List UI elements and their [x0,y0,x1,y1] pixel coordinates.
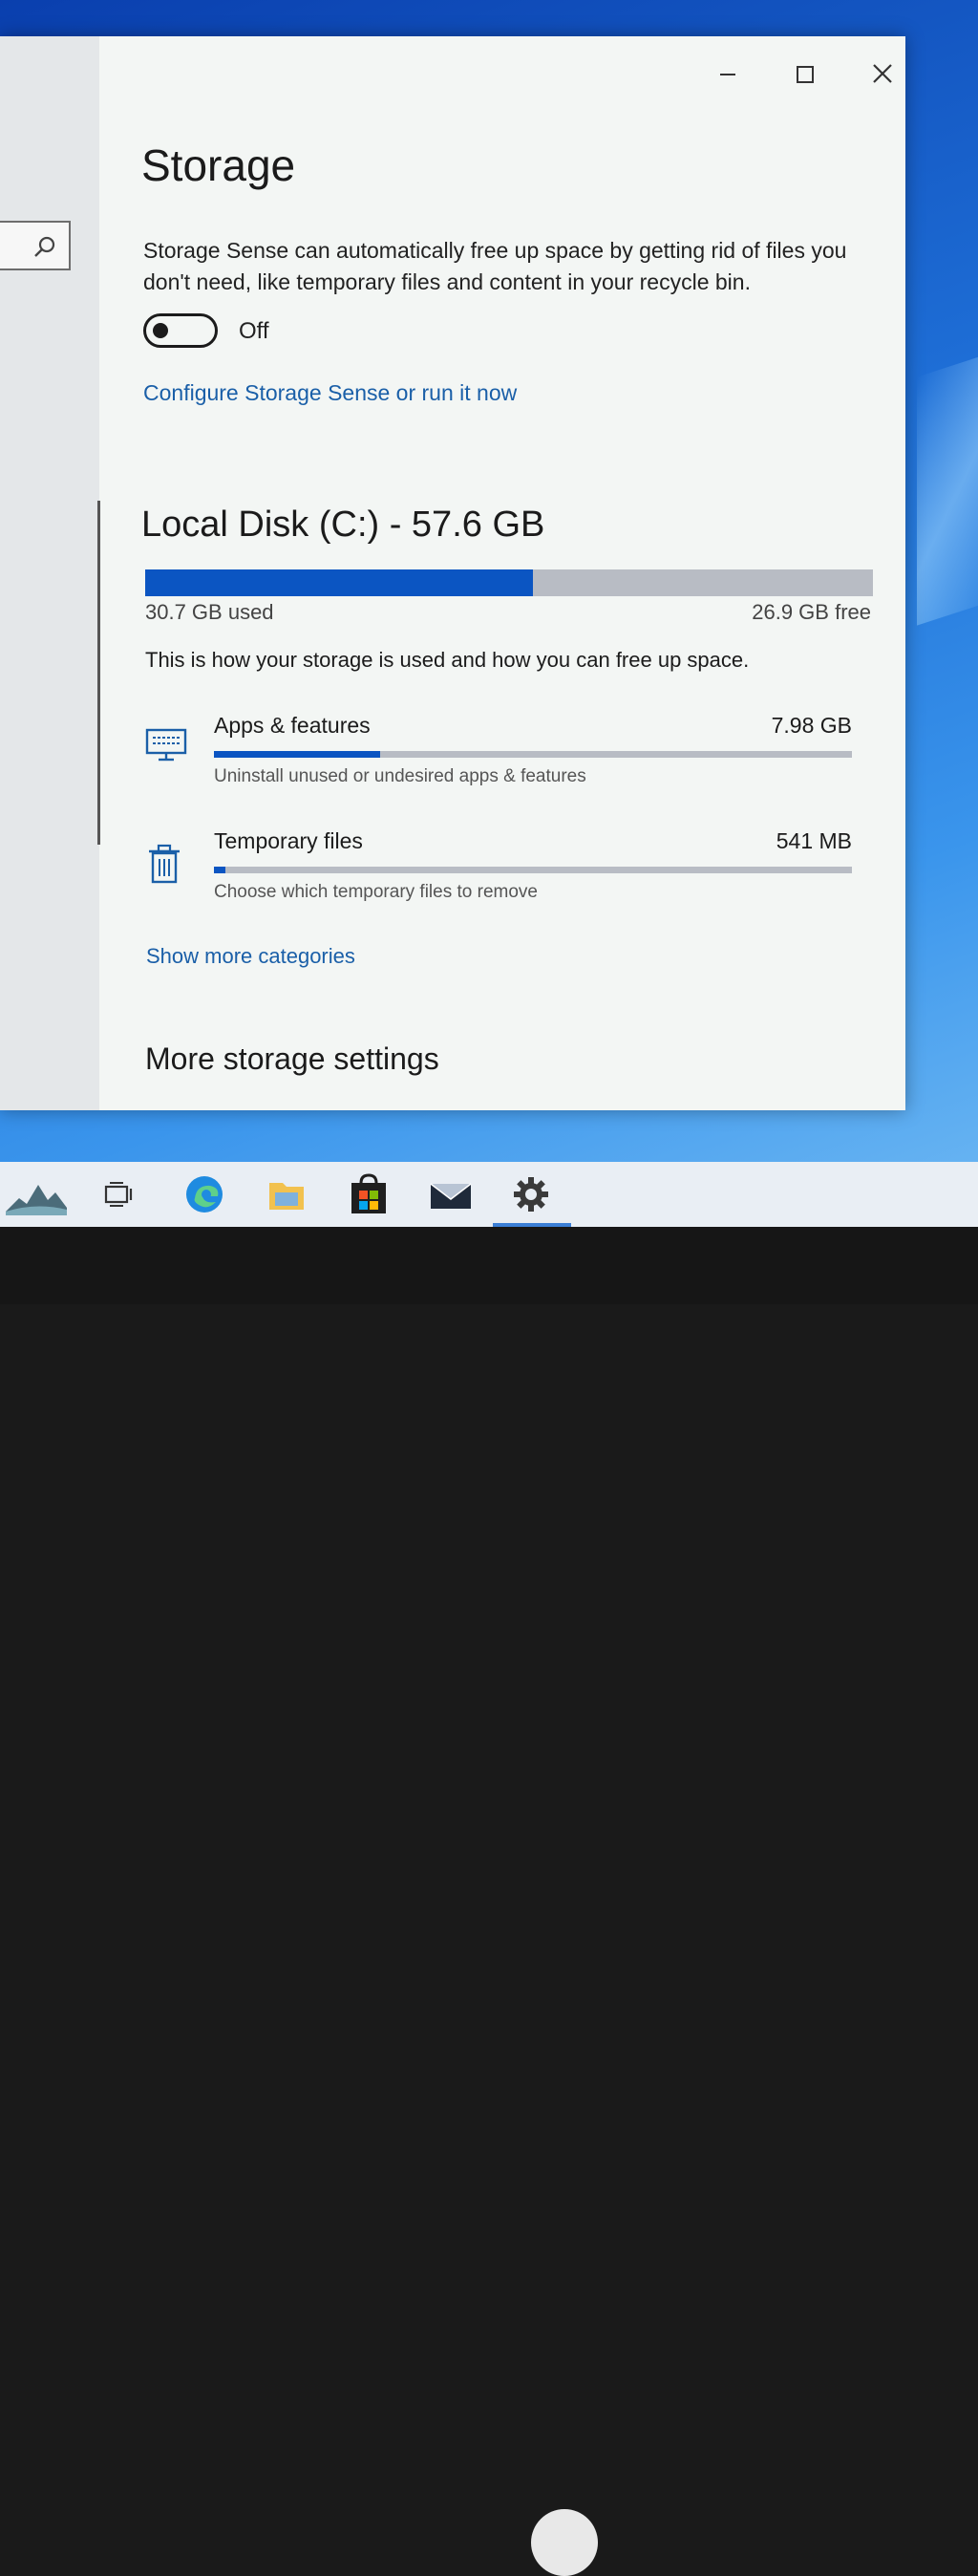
maximize-button[interactable] [786,55,824,94]
show-more-categories-link[interactable]: Show more categories [146,944,355,969]
monitor-icon [145,728,187,767]
disk-usage-fill [145,569,534,596]
category-name: Temporary files [214,828,363,853]
category-size: 541 MB [776,828,852,853]
mail-icon[interactable] [426,1171,476,1217]
category-usage-fill [214,751,380,758]
category-apps-features[interactable]: Apps & features 7.98 GB Uninstall unused… [141,713,867,808]
edge-icon[interactable] [180,1171,229,1217]
trash-icon [145,844,183,891]
file-explorer-icon[interactable] [262,1171,311,1217]
disk-free-label: 26.9 GB free [752,600,871,624]
hp-logo [531,2509,598,2576]
configure-storage-sense-link[interactable]: Configure Storage Sense or run it now [143,380,517,406]
usage-note: This is how your storage is used and how… [145,648,750,672]
taskbar [0,1162,978,1227]
laptop-bezel [0,1227,978,2576]
toggle-knob [153,323,168,338]
wallpaper-light-streak [917,349,978,626]
page-title: Storage [141,140,296,190]
toggle-state-label: Off [239,318,269,344]
store-icon[interactable] [344,1171,393,1217]
settings-window: Storage Storage Sense can automatically … [0,36,905,1110]
close-button[interactable] [863,55,902,94]
landscape-icon[interactable] [6,1171,67,1217]
disk-usage-bar [145,569,873,596]
close-icon [863,55,902,94]
storage-sense-description: Storage Sense can automatically free up … [143,238,847,294]
category-usage-bar [214,867,852,873]
settings-sidebar [0,36,100,1110]
minimize-button[interactable] [709,55,747,94]
storage-page: Storage Storage Sense can automatically … [99,36,905,1110]
storage-sense-toggle[interactable] [143,313,218,348]
category-size: 7.98 GB [771,713,852,738]
more-storage-settings-heading: More storage settings [145,1041,439,1076]
category-usage-fill [214,867,226,873]
search-input[interactable] [0,221,71,270]
category-temporary-files[interactable]: Temporary files 541 MB Choose which temp… [141,828,867,924]
category-usage-bar [214,751,852,758]
disk-used-label: 30.7 GB used [145,600,274,624]
category-subtitle: Choose which temporary files to remove [214,882,538,902]
settings-icon[interactable] [506,1171,556,1217]
category-subtitle: Uninstall unused or undesired apps & fea… [214,766,586,786]
task-view-icon[interactable] [96,1171,145,1217]
disk-title: Local Disk (C:) - 57.6 GB [141,504,545,545]
minimize-icon [709,55,747,94]
maximize-icon [786,55,824,94]
category-name: Apps & features [214,713,371,738]
